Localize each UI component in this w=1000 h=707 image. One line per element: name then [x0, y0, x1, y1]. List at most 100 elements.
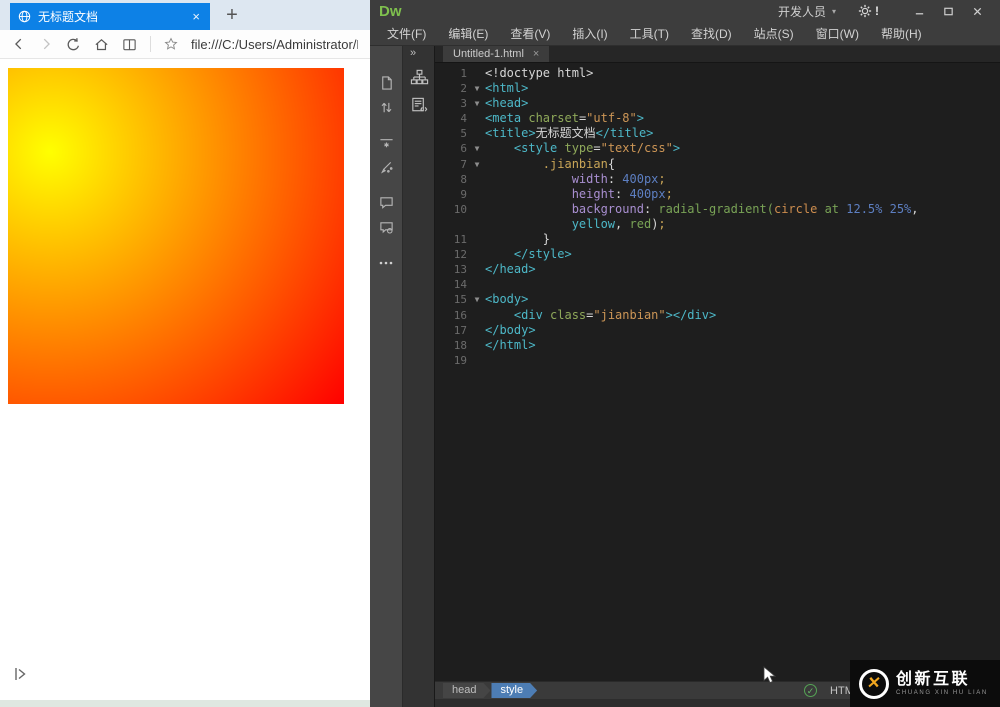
- code-line[interactable]: 6▼<style type="text/css">: [435, 141, 1000, 156]
- code-text: .jianbian{: [485, 157, 615, 172]
- code-text: <body>: [485, 292, 528, 307]
- code-editor: Untitled-1.html × 1<!doctype html>2▼<htm…: [435, 46, 1000, 707]
- line-number: [435, 217, 469, 232]
- code-line[interactable]: 3▼<head>: [435, 96, 1000, 111]
- code-view[interactable]: 1<!doctype html>2▼<html>3▼<head>4<meta c…: [435, 63, 1000, 681]
- menu-item[interactable]: 查找(D): [680, 22, 743, 46]
- document-tab[interactable]: Untitled-1.html ×: [443, 46, 549, 62]
- code-line[interactable]: 13 </head>: [435, 262, 1000, 277]
- home-button[interactable]: [94, 37, 109, 52]
- line-number: 17: [435, 323, 469, 338]
- apply-formatting-button[interactable]: [370, 130, 402, 155]
- sync-settings-button[interactable]: !: [858, 4, 879, 18]
- code-line[interactable]: 10background: radial-gradient(circle at …: [435, 202, 1000, 217]
- document-tab-bar: Untitled-1.html ×: [435, 46, 1000, 63]
- maximize-icon: [943, 6, 954, 17]
- file-management-button[interactable]: [370, 70, 402, 95]
- menu-item[interactable]: 工具(T): [619, 22, 680, 46]
- fold-gutter: [469, 323, 485, 338]
- line-number: 9: [435, 187, 469, 202]
- files-panel-button[interactable]: [410, 68, 429, 92]
- watermark-cn-text: 创新互联: [896, 671, 988, 689]
- fold-arrow-icon[interactable]: ▼: [469, 81, 485, 96]
- refresh-button[interactable]: [66, 37, 81, 52]
- code-line[interactable]: 5<title>无标题文档</title>: [435, 126, 1000, 141]
- line-number: 5: [435, 126, 469, 141]
- fold-arrow-icon[interactable]: ▼: [469, 292, 485, 307]
- code-line[interactable]: 9height: 400px;: [435, 187, 1000, 202]
- code-text: </head>: [485, 262, 536, 277]
- tag-selector-head[interactable]: head: [443, 683, 490, 698]
- maximize-button[interactable]: [934, 2, 963, 20]
- line-number: 7: [435, 157, 469, 172]
- menu-item[interactable]: 窗口(W): [805, 22, 870, 46]
- chevron-down-icon: ▾: [832, 7, 836, 16]
- code-text: <style type="text/css">: [485, 141, 680, 156]
- menu-item[interactable]: 查看(V): [499, 22, 561, 46]
- fold-gutter: [469, 187, 485, 202]
- code-line[interactable]: 4<meta charset="utf-8">: [435, 111, 1000, 126]
- tag-selector-style[interactable]: style: [491, 683, 537, 698]
- format-source-icon: [379, 135, 394, 150]
- code-line[interactable]: 15▼<body>: [435, 292, 1000, 307]
- forward-button[interactable]: [39, 37, 53, 51]
- code-line[interactable]: 17</body>: [435, 323, 1000, 338]
- fold-gutter: [469, 247, 485, 262]
- comment-button[interactable]: [370, 190, 402, 215]
- ellipsis-icon: [378, 260, 394, 266]
- sidebar-expand-button[interactable]: [12, 665, 30, 688]
- globe-icon: [18, 10, 31, 23]
- fold-arrow-icon[interactable]: ▼: [469, 141, 485, 156]
- code-line[interactable]: 18</html>: [435, 338, 1000, 353]
- menu-item[interactable]: 编辑(E): [437, 22, 499, 46]
- favorite-button[interactable]: [164, 37, 178, 51]
- refresh-icon: [66, 37, 81, 52]
- code-line[interactable]: 1<!doctype html>: [435, 66, 1000, 81]
- code-text: </html>: [485, 338, 536, 353]
- workspace-switcher[interactable]: 开发人员 ▾: [778, 3, 836, 20]
- code-line[interactable]: 11}: [435, 232, 1000, 247]
- tab-close-icon[interactable]: ×: [190, 9, 202, 24]
- address-url[interactable]: file:///C:/Users/Administrator/D: [191, 37, 358, 52]
- line-number: 6: [435, 141, 469, 156]
- code-line[interactable]: 8width: 400px;: [435, 172, 1000, 187]
- code-line[interactable]: 7▼.jianbian{: [435, 157, 1000, 172]
- code-line[interactable]: 19: [435, 353, 1000, 368]
- tab-title: 无标题文档: [38, 8, 190, 25]
- browser-active-tab[interactable]: 无标题文档 ×: [10, 3, 210, 30]
- document-tab-title: Untitled-1.html: [453, 48, 524, 60]
- gradient-box: [8, 68, 344, 404]
- fold-arrow-icon[interactable]: ▼: [469, 157, 485, 172]
- fold-arrow-icon[interactable]: ▼: [469, 96, 485, 111]
- menu-item[interactable]: 插入(I): [561, 22, 618, 46]
- code-line[interactable]: 12</style>: [435, 247, 1000, 262]
- close-button[interactable]: [963, 2, 992, 20]
- chevron-right-icon: [39, 37, 53, 51]
- back-button[interactable]: [12, 37, 26, 51]
- line-number: 13: [435, 262, 469, 277]
- fold-gutter: [469, 111, 485, 126]
- reading-list-button[interactable]: [122, 37, 137, 52]
- code-line[interactable]: 2▼<html>: [435, 81, 1000, 96]
- notification-badge: !: [875, 4, 879, 18]
- snippets-panel-button[interactable]: [410, 96, 429, 120]
- new-tab-button[interactable]: +: [218, 2, 246, 28]
- menu-item[interactable]: 帮助(H): [870, 22, 933, 46]
- more-tools-button[interactable]: [370, 250, 402, 275]
- expand-panels-button[interactable]: »: [410, 47, 414, 59]
- minimize-button[interactable]: [905, 2, 934, 20]
- format-painter-button[interactable]: [370, 155, 402, 180]
- brush-icon: [379, 160, 394, 175]
- code-text: <head>: [485, 96, 528, 111]
- code-line[interactable]: yellow, red);: [435, 217, 1000, 232]
- menu-item[interactable]: 站点(S): [743, 22, 805, 46]
- menu-item[interactable]: 文件(F): [376, 22, 437, 46]
- document-tab-close-icon[interactable]: ×: [533, 48, 539, 60]
- code-line[interactable]: 16<div class="jianbian"></div>: [435, 308, 1000, 323]
- comment-settings-button[interactable]: [370, 215, 402, 240]
- line-number: 3: [435, 96, 469, 111]
- get-put-files-button[interactable]: [370, 95, 402, 120]
- fold-gutter: [469, 217, 485, 232]
- fold-gutter: [469, 338, 485, 353]
- code-line[interactable]: 14: [435, 277, 1000, 292]
